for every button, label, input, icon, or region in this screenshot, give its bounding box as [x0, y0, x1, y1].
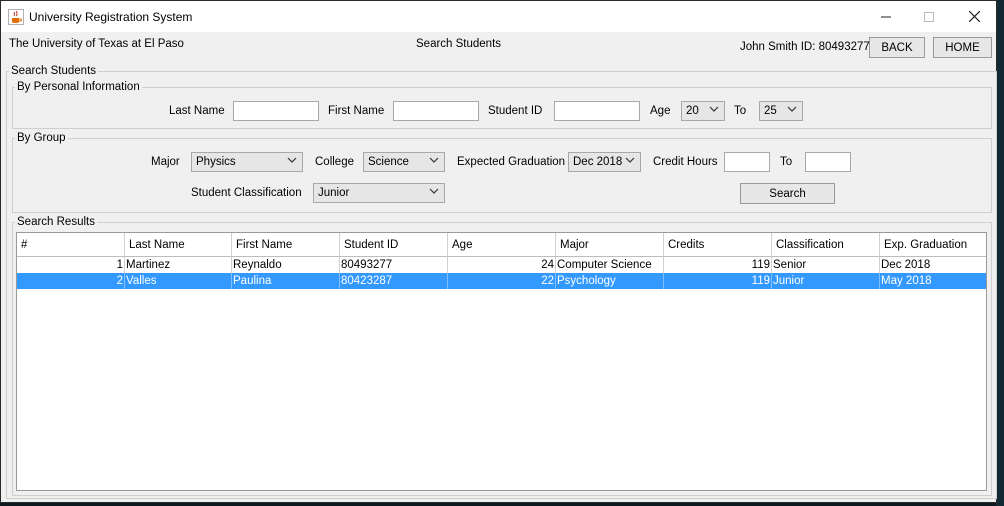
maximize-button[interactable]: [906, 1, 952, 32]
age-from-select[interactable]: 20: [681, 101, 725, 121]
age-to-label: To: [734, 105, 747, 117]
column-header-major[interactable]: Major: [556, 233, 664, 257]
column-header-credits[interactable]: Credits: [664, 233, 772, 257]
college-label: College: [315, 156, 354, 168]
age-from-value: 20: [686, 105, 699, 117]
classification-select[interactable]: Junior: [313, 183, 445, 203]
minimize-button[interactable]: [863, 1, 909, 32]
chevron-down-icon: [709, 106, 719, 112]
close-button[interactable]: [951, 1, 997, 32]
java-cup-icon: [8, 9, 24, 25]
cell-last-name: Valles: [125, 273, 232, 289]
age-to-select[interactable]: 25: [759, 101, 803, 121]
college-value: Science: [368, 156, 409, 168]
column-header-classification[interactable]: Classification: [772, 233, 880, 257]
credit-hours-to-label: To: [780, 156, 793, 168]
search-results-legend: Search Results: [17, 216, 95, 228]
table-row[interactable]: 1 Martinez Reynaldo 80493277 24 Computer…: [17, 257, 986, 273]
maximize-icon: [924, 11, 934, 22]
app-window: University Registration System The Unive…: [0, 0, 997, 503]
cell-age: 24: [448, 257, 556, 273]
cell-last-name: Martinez: [125, 257, 232, 273]
cell-first-name: Reynaldo: [232, 257, 340, 273]
cell-credits: 119: [664, 257, 772, 273]
personal-info-legend: By Personal Information: [17, 81, 140, 93]
cell-student-id: 80493277: [340, 257, 448, 273]
age-label: Age: [650, 105, 671, 117]
major-value: Physics: [196, 156, 236, 168]
college-select[interactable]: Science: [363, 152, 445, 172]
credit-hours-label: Credit Hours: [653, 156, 718, 168]
column-header-first-name[interactable]: First Name: [232, 233, 340, 257]
major-label: Major: [151, 156, 180, 168]
first-name-field[interactable]: [393, 101, 479, 121]
table-header: # Last Name First Name Student ID Age Ma…: [17, 233, 986, 257]
university-name: The University of Texas at El Paso: [9, 38, 184, 50]
cell-major: Computer Science: [556, 257, 664, 273]
student-id-field[interactable]: [554, 101, 640, 121]
first-name-label: First Name: [328, 105, 385, 117]
cell-number: 1: [17, 257, 125, 273]
group-panel: By Group: [12, 132, 992, 213]
window-title: University Registration System: [29, 10, 193, 24]
chevron-down-icon: [429, 157, 439, 163]
classification-label: Student Classification: [191, 187, 302, 199]
column-header-student-id[interactable]: Student ID: [340, 233, 448, 257]
last-name-field[interactable]: [233, 101, 319, 121]
back-button[interactable]: BACK: [869, 37, 925, 58]
student-id-label: Student ID: [488, 105, 543, 117]
cell-age: 22: [448, 273, 556, 289]
cell-number: 2: [17, 273, 125, 289]
page-title: Search Students: [416, 38, 502, 50]
chevron-down-icon: [429, 188, 439, 194]
cell-exp-graduation: May 2018: [881, 275, 932, 287]
search-students-legend: Search Students: [11, 65, 97, 77]
column-header-exp-graduation[interactable]: Exp. Graduation: [880, 233, 986, 257]
column-header-number[interactable]: #: [17, 233, 125, 257]
table-row-selected[interactable]: 2 Valles Paulina 80423287 22 Psychology …: [17, 273, 986, 289]
expected-graduation-value: Dec 2018: [573, 156, 623, 168]
desktop-background: [996, 0, 1004, 506]
close-icon: [968, 11, 980, 22]
cell-classification: Senior: [772, 257, 880, 273]
chevron-down-icon: [625, 157, 635, 163]
age-to-value: 25: [764, 105, 777, 117]
column-header-last-name[interactable]: Last Name: [125, 233, 232, 257]
minimize-icon: [881, 16, 891, 17]
title-bar: University Registration System: [1, 1, 996, 32]
last-name-label: Last Name: [169, 105, 225, 117]
credit-hours-to-field[interactable]: [805, 152, 851, 172]
cell-classification: Junior: [772, 273, 880, 289]
expected-graduation-select[interactable]: Dec 2018: [568, 152, 641, 172]
cell-first-name: Paulina: [232, 273, 340, 289]
cell-student-id: 80423287: [340, 273, 448, 289]
user-info: John Smith ID: 80493277: [740, 41, 870, 53]
search-button[interactable]: Search: [740, 183, 835, 204]
expected-graduation-label: Expected Graduation: [457, 156, 566, 168]
results-table: # Last Name First Name Student ID Age Ma…: [16, 232, 987, 491]
group-legend: By Group: [17, 132, 66, 144]
home-button[interactable]: HOME: [933, 37, 992, 58]
classification-value: Junior: [318, 187, 350, 199]
chevron-down-icon: [787, 106, 797, 112]
cell-major: Psychology: [556, 273, 664, 289]
chevron-down-icon: [287, 157, 297, 163]
cell-credits: 119: [664, 273, 772, 289]
credit-hours-from-field[interactable]: [724, 152, 770, 172]
cell-exp-graduation: Dec 2018: [881, 259, 931, 271]
column-header-age[interactable]: Age: [448, 233, 556, 257]
major-select[interactable]: Physics: [191, 152, 303, 172]
